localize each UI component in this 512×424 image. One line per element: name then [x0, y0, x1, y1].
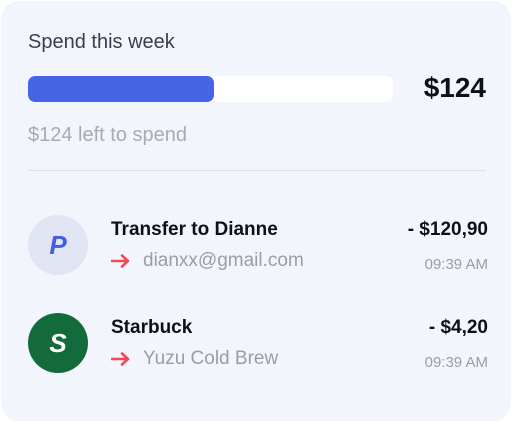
transaction-row[interactable]: S Starbuck Yuzu Cold Brew - $4,20 09:39 … — [28, 313, 488, 375]
transaction-detail: dianxx@gmail.com — [111, 250, 304, 272]
transaction-name: Transfer to Dianne — [111, 219, 278, 240]
divider — [28, 170, 486, 171]
card-title: Spend this week — [28, 31, 175, 53]
spend-amount: $124 — [423, 72, 486, 103]
transaction-amount: - $4,20 — [428, 317, 488, 338]
paypal-icon: P — [28, 215, 88, 275]
avatar-letter: P — [49, 229, 67, 260]
transaction-detail-text: dianxx@gmail.com — [143, 250, 304, 271]
transaction-detail-text: Yuzu Cold Brew — [143, 348, 279, 369]
spend-card: Spend this week $124 $124 left to spend … — [1, 1, 511, 421]
transaction-time: 09:39 AM — [424, 354, 488, 371]
remaining-text: $124 left to spend — [28, 124, 188, 146]
transaction-row[interactable]: P Transfer to Dianne dianxx@gmail.com - … — [28, 215, 488, 277]
spend-progress-bar — [28, 76, 393, 102]
transaction-name: Starbuck — [111, 317, 193, 338]
transaction-time: 09:39 AM — [424, 256, 488, 273]
starbucks-icon: S — [28, 313, 88, 373]
avatar-letter: S — [49, 327, 67, 358]
transaction-detail: Yuzu Cold Brew — [111, 348, 278, 370]
spend-progress-fill — [28, 76, 215, 102]
transaction-amount: - $120,90 — [407, 219, 488, 240]
arrow-right-icon — [111, 352, 130, 366]
arrow-right-icon — [111, 254, 130, 268]
